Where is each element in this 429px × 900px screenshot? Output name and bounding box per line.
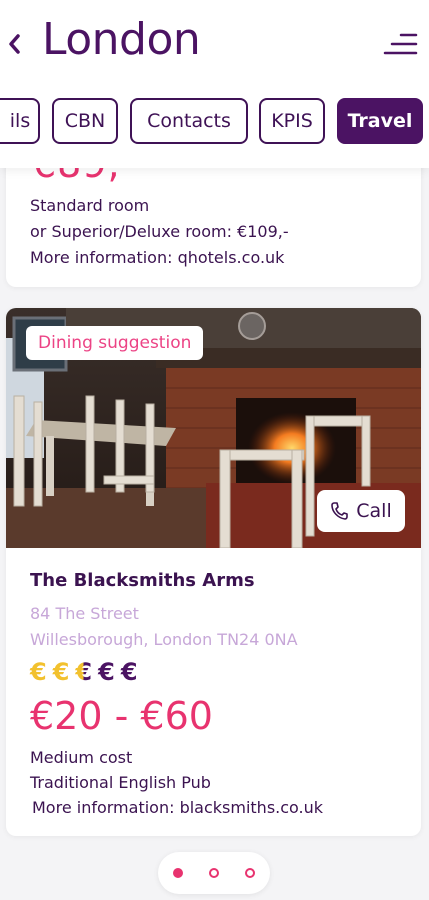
venue-more-info-link[interactable]: More information: blacksmiths.co.uk <box>32 798 323 817</box>
tab-label: KPIS <box>271 110 313 132</box>
venue-name: The Blacksmiths Arms <box>30 570 255 591</box>
dining-card: Dining suggestion Call The Blacksmiths A… <box>6 308 421 836</box>
tab-contacts[interactable]: Contacts <box>130 98 248 144</box>
page-indicator <box>158 852 270 894</box>
hotel-alt-room: or Superior/Deluxe room: €109,- <box>30 222 289 241</box>
tab-details[interactable]: ils <box>0 98 40 144</box>
tab-label: CBN <box>64 110 106 132</box>
cost-label: Medium cost <box>30 748 133 767</box>
menu-button[interactable] <box>383 30 419 60</box>
call-label: Call <box>356 500 392 522</box>
app-header: London ils CBN Contacts KPIS Travel <box>0 0 429 168</box>
address-line-1: 84 The Street <box>30 604 139 623</box>
hotel-room-type: Standard room <box>30 196 150 215</box>
back-button[interactable] <box>2 22 26 66</box>
pager-dot[interactable] <box>245 868 255 878</box>
hamburger-menu-icon <box>383 33 418 55</box>
euro-rating-icon: € <box>120 658 138 686</box>
pager-dot[interactable] <box>173 868 183 878</box>
restaurant-photo: Dining suggestion Call <box>6 308 421 548</box>
euro-rating-icon: € <box>52 658 70 686</box>
tab-cbn[interactable]: CBN <box>52 98 118 144</box>
euro-rating-icon: € <box>75 658 93 686</box>
phone-icon <box>331 502 349 520</box>
euro-rating-icon: € <box>30 658 47 686</box>
euro-rating-icon: € <box>98 658 115 686</box>
badge-label: Dining suggestion <box>38 333 192 353</box>
tab-kpis[interactable]: KPIS <box>259 98 325 144</box>
pager-dot[interactable] <box>209 868 219 878</box>
call-button[interactable]: Call <box>317 490 405 532</box>
hotel-more-info-link[interactable]: More information: qhotels.co.uk <box>30 248 284 267</box>
chevron-left-icon <box>9 34 20 54</box>
address-line-2: Willesborough, London TN24 0NA <box>30 630 298 649</box>
price-level-rating: € € € € € <box>30 660 138 684</box>
tab-bar: ils CBN Contacts KPIS Travel <box>0 98 429 148</box>
tab-label: Travel <box>347 110 413 132</box>
venue-type: Traditional English Pub <box>30 773 211 792</box>
tab-travel[interactable]: Travel <box>337 98 423 144</box>
page-title: London <box>42 14 201 65</box>
tab-label: Contacts <box>147 110 231 132</box>
tab-label: ils <box>9 110 31 132</box>
price-range: €20 - €60 <box>30 694 213 738</box>
dining-suggestion-badge: Dining suggestion <box>26 326 204 360</box>
